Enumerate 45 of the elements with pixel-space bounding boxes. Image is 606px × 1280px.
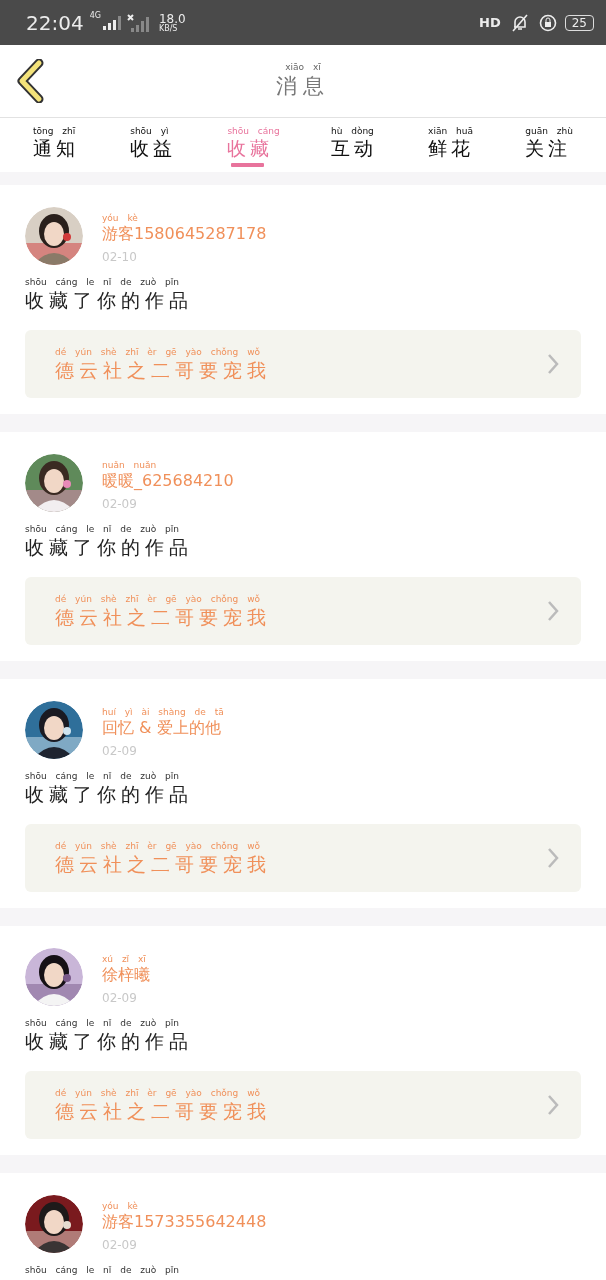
tab[interactable]: guān zhù 关注 [519, 118, 579, 172]
comment-text: 收藏了你的作品 [25, 535, 194, 559]
comment-pinyin: shōu cáng le nǐ de zuò pǐn [25, 1018, 180, 1029]
user-name[interactable]: 游客1573355642448 [102, 1212, 267, 1232]
tab[interactable]: tōng zhī 通知 [27, 118, 85, 172]
work-link[interactable]: dé yún shè zhī èr gē yào chǒng wǒ 德云社之二哥要宠我 [25, 824, 581, 892]
battery-level: 25 [564, 14, 594, 31]
chevron-right-icon [547, 353, 559, 375]
page-title: 消息 [276, 73, 330, 99]
tab[interactable]: shōu cáng 收藏 [221, 118, 286, 172]
comment-pinyin: shōu cáng le nǐ de zuò pǐn [25, 771, 180, 782]
work-link[interactable]: dé yún shè zhī èr gē yào chǒng wǒ 德云社之二哥要宠我 [25, 1071, 581, 1139]
work-link[interactable]: dé yún shè zhī èr gē yào chǒng wǒ 德云社之二哥要宠我 [25, 330, 581, 398]
user-name[interactable]: 徐梓曦 [102, 965, 150, 985]
chevron-right-icon [547, 600, 559, 622]
back-icon[interactable] [17, 59, 45, 103]
title-pinyin: xiāo xī [285, 62, 321, 73]
work-link[interactable]: dé yún shè zhī èr gē yào chǒng wǒ 德云社之二哥要宠我 [25, 577, 581, 645]
name-pinyin: yóu kè [102, 213, 139, 224]
comment-pinyin: shōu cáng le nǐ de zuò pǐn [25, 1265, 180, 1276]
comment-pinyin: shōu cáng le nǐ de zuò pǐn [25, 524, 180, 535]
tab[interactable]: hù dòng 互动 [324, 118, 383, 172]
comment-text: 收藏了你的作品 [25, 782, 194, 806]
network-speed: 18.0 [158, 12, 186, 25]
comment-pinyin: shōu cáng le nǐ de zuò pǐn [25, 277, 180, 288]
chevron-right-icon [547, 1094, 559, 1116]
signal-icon [102, 15, 121, 30]
user-name[interactable]: 游客1580645287178 [102, 224, 267, 244]
name-pinyin: xú zǐ xī [102, 954, 147, 965]
tab[interactable]: xiān huā 鲜花 [422, 118, 481, 172]
speed-unit: KB/S [158, 24, 179, 33]
name-pinyin: yóu kè [102, 1201, 139, 1212]
comment-text: 收藏了你的作品 [25, 288, 194, 312]
network-type: 4G [89, 11, 101, 20]
user-name[interactable]: 回忆 & 爱上的他 [102, 718, 224, 738]
tab[interactable]: shōu yì 收益 [124, 118, 183, 172]
status-time: 22:04 [26, 10, 84, 35]
name-pinyin: huí yì ài shàng de tā [102, 707, 224, 718]
bell-muted-icon [510, 13, 529, 32]
name-pinyin: nuǎn nuǎn [102, 460, 158, 471]
chevron-right-icon [547, 847, 559, 869]
rotation-lock-icon [538, 13, 557, 32]
comment-text: 收藏了你的作品 [25, 1029, 194, 1053]
user-name[interactable]: 暖暖_625684210 [102, 471, 234, 491]
hd-call-label: HD [479, 15, 501, 30]
